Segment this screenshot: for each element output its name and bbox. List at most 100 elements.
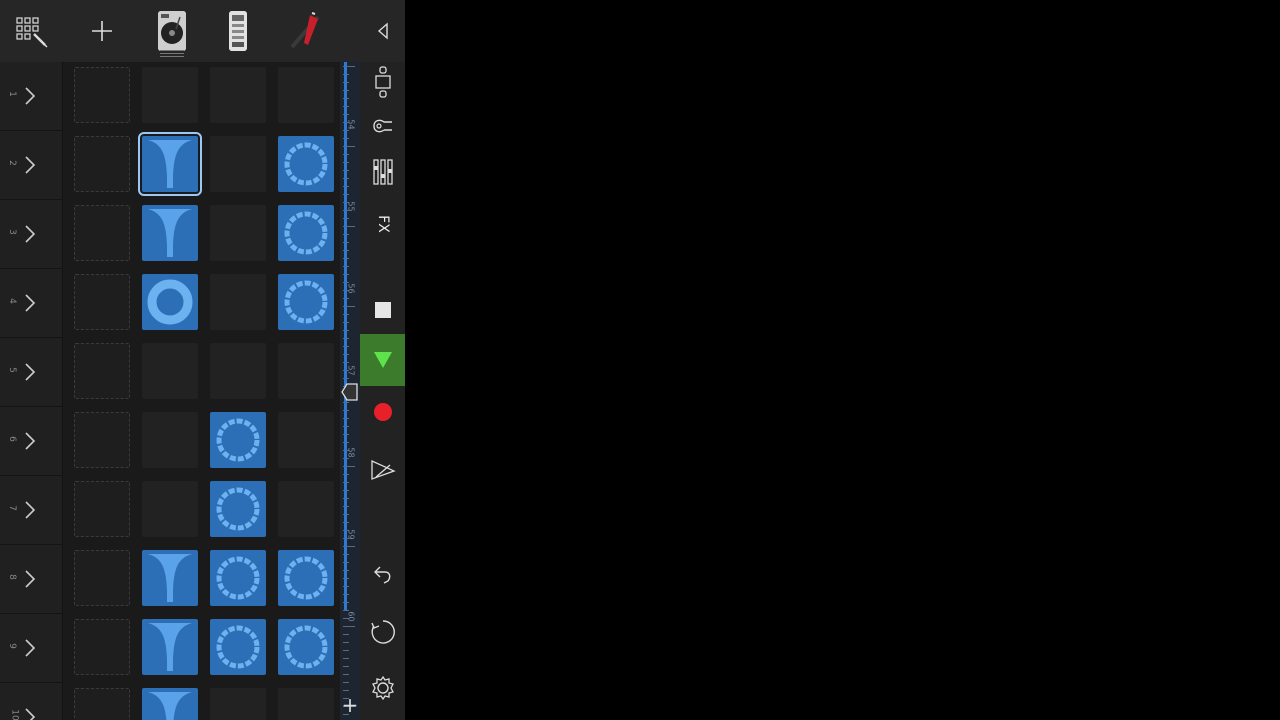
track-sampler-button[interactable] (216, 0, 260, 62)
mixer-button[interactable] (360, 152, 405, 192)
ruler-tick (343, 466, 355, 467)
waveform-icon (216, 418, 260, 462)
empty-cell[interactable] (210, 274, 266, 330)
waveform-icon (284, 280, 328, 324)
row-labels: 1 2 3 4 5 6 7 8 9 10 (0, 62, 63, 720)
empty-cell[interactable] (278, 343, 334, 399)
loop-browser-button[interactable] (360, 614, 405, 650)
empty-cell[interactable] (210, 205, 266, 261)
collapse-button[interactable] (360, 0, 405, 62)
row-number: 1 (6, 91, 17, 97)
empty-cell[interactable] (278, 67, 334, 123)
loop-cell-funnel[interactable] (142, 619, 198, 675)
live-loops-app: 1 2 3 4 5 6 7 8 9 10 54 55 56 57 58 59 6… (0, 0, 405, 720)
loop-cell-ring[interactable] (210, 481, 266, 537)
empty-cell-slot[interactable] (74, 205, 130, 261)
metronome-icon (370, 459, 396, 480)
ruler-tick (343, 578, 349, 579)
waveform-icon (148, 623, 192, 671)
empty-cell[interactable] (278, 412, 334, 468)
ruler-tick (343, 266, 349, 267)
waveform-icon (216, 487, 260, 531)
empty-cell-slot[interactable] (74, 619, 130, 675)
empty-cell[interactable] (278, 688, 334, 720)
loop-cell-ring[interactable] (278, 136, 334, 192)
row-trigger-2[interactable]: 2 (0, 131, 62, 200)
row-trigger-8[interactable]: 8 (0, 545, 62, 614)
empty-cell-slot[interactable] (74, 136, 130, 192)
view-toggle-button[interactable] (360, 64, 405, 100)
loop-cell-ring[interactable] (278, 205, 334, 261)
ruler-tick (343, 658, 349, 659)
ruler-tick (343, 426, 349, 427)
loop-cell-funnel[interactable] (142, 550, 198, 606)
empty-cell[interactable] (210, 688, 266, 720)
play-button[interactable] (360, 334, 405, 386)
empty-cell[interactable] (142, 412, 198, 468)
loop-cell-ring[interactable] (210, 619, 266, 675)
fx-button[interactable]: FX (360, 206, 405, 242)
row-trigger-5[interactable]: 5 (0, 338, 62, 407)
empty-cell-slot[interactable] (74, 67, 130, 123)
row-trigger-7[interactable]: 7 (0, 476, 62, 545)
ruler-tick (343, 354, 349, 355)
metronome-button[interactable] (360, 452, 405, 488)
empty-cell-slot[interactable] (74, 343, 130, 399)
row-trigger-3[interactable]: 3 (0, 200, 62, 269)
chevron-right-icon (25, 363, 36, 381)
empty-cell-slot[interactable] (74, 550, 130, 606)
loop-cell-funnel[interactable] (142, 688, 198, 720)
row-trigger-10[interactable]: 10 (0, 683, 62, 720)
ruler-tick (343, 298, 349, 299)
ruler-tick (343, 242, 349, 243)
add-button[interactable] (80, 0, 124, 62)
settings-button[interactable] (360, 670, 405, 706)
playhead-marker[interactable] (341, 382, 359, 402)
empty-cell[interactable] (142, 343, 198, 399)
waveform-icon (284, 556, 328, 600)
smart-controls-button[interactable] (360, 110, 405, 142)
empty-cell-slot[interactable] (74, 274, 130, 330)
ruler-tick (343, 690, 349, 691)
empty-cell[interactable] (278, 481, 334, 537)
loop-cell-funnel[interactable] (138, 132, 202, 196)
row-trigger-6[interactable]: 6 (0, 407, 62, 476)
empty-cell[interactable] (142, 67, 198, 123)
row-trigger-1[interactable]: 1 (0, 62, 62, 131)
empty-cell[interactable] (210, 136, 266, 192)
undo-icon (373, 566, 390, 584)
ruler-tick (343, 258, 349, 259)
loop-cell-ring[interactable] (278, 274, 334, 330)
empty-cell-slot[interactable] (74, 481, 130, 537)
empty-cell-slot[interactable] (74, 688, 130, 720)
row-trigger-9[interactable]: 9 (0, 614, 62, 683)
record-button[interactable] (360, 392, 405, 432)
ruler-tick (343, 194, 349, 195)
loop-cell-ring[interactable] (210, 550, 266, 606)
grid-edit-button[interactable] (10, 0, 54, 62)
ruler-tick (343, 82, 349, 83)
loop-cell-ring[interactable] (278, 619, 334, 675)
empty-cell[interactable] (142, 481, 198, 537)
ruler-tick (343, 346, 349, 347)
loop-cell-donut[interactable] (142, 274, 198, 330)
row-trigger-4[interactable]: 4 (0, 269, 62, 338)
turntable-instrument-icon (158, 11, 186, 51)
empty-cell-slot[interactable] (74, 412, 130, 468)
loop-cell-ring[interactable] (210, 412, 266, 468)
loop-cell-funnel[interactable] (142, 205, 198, 261)
track-guitar-button[interactable] (284, 0, 328, 62)
add-row-button[interactable]: + (340, 692, 360, 718)
guitar-instrument-icon (290, 12, 320, 49)
stop-button[interactable] (360, 290, 405, 330)
ruler-tick (343, 682, 349, 683)
empty-cell[interactable] (210, 67, 266, 123)
ruler-tick (343, 234, 349, 235)
ruler-tick (343, 130, 349, 131)
waveform-icon (284, 211, 328, 255)
ruler-tick (343, 498, 349, 499)
undo-button[interactable] (360, 556, 405, 592)
loop-cell-ring[interactable] (278, 550, 334, 606)
ruler-tick (343, 106, 349, 107)
empty-cell[interactable] (210, 343, 266, 399)
